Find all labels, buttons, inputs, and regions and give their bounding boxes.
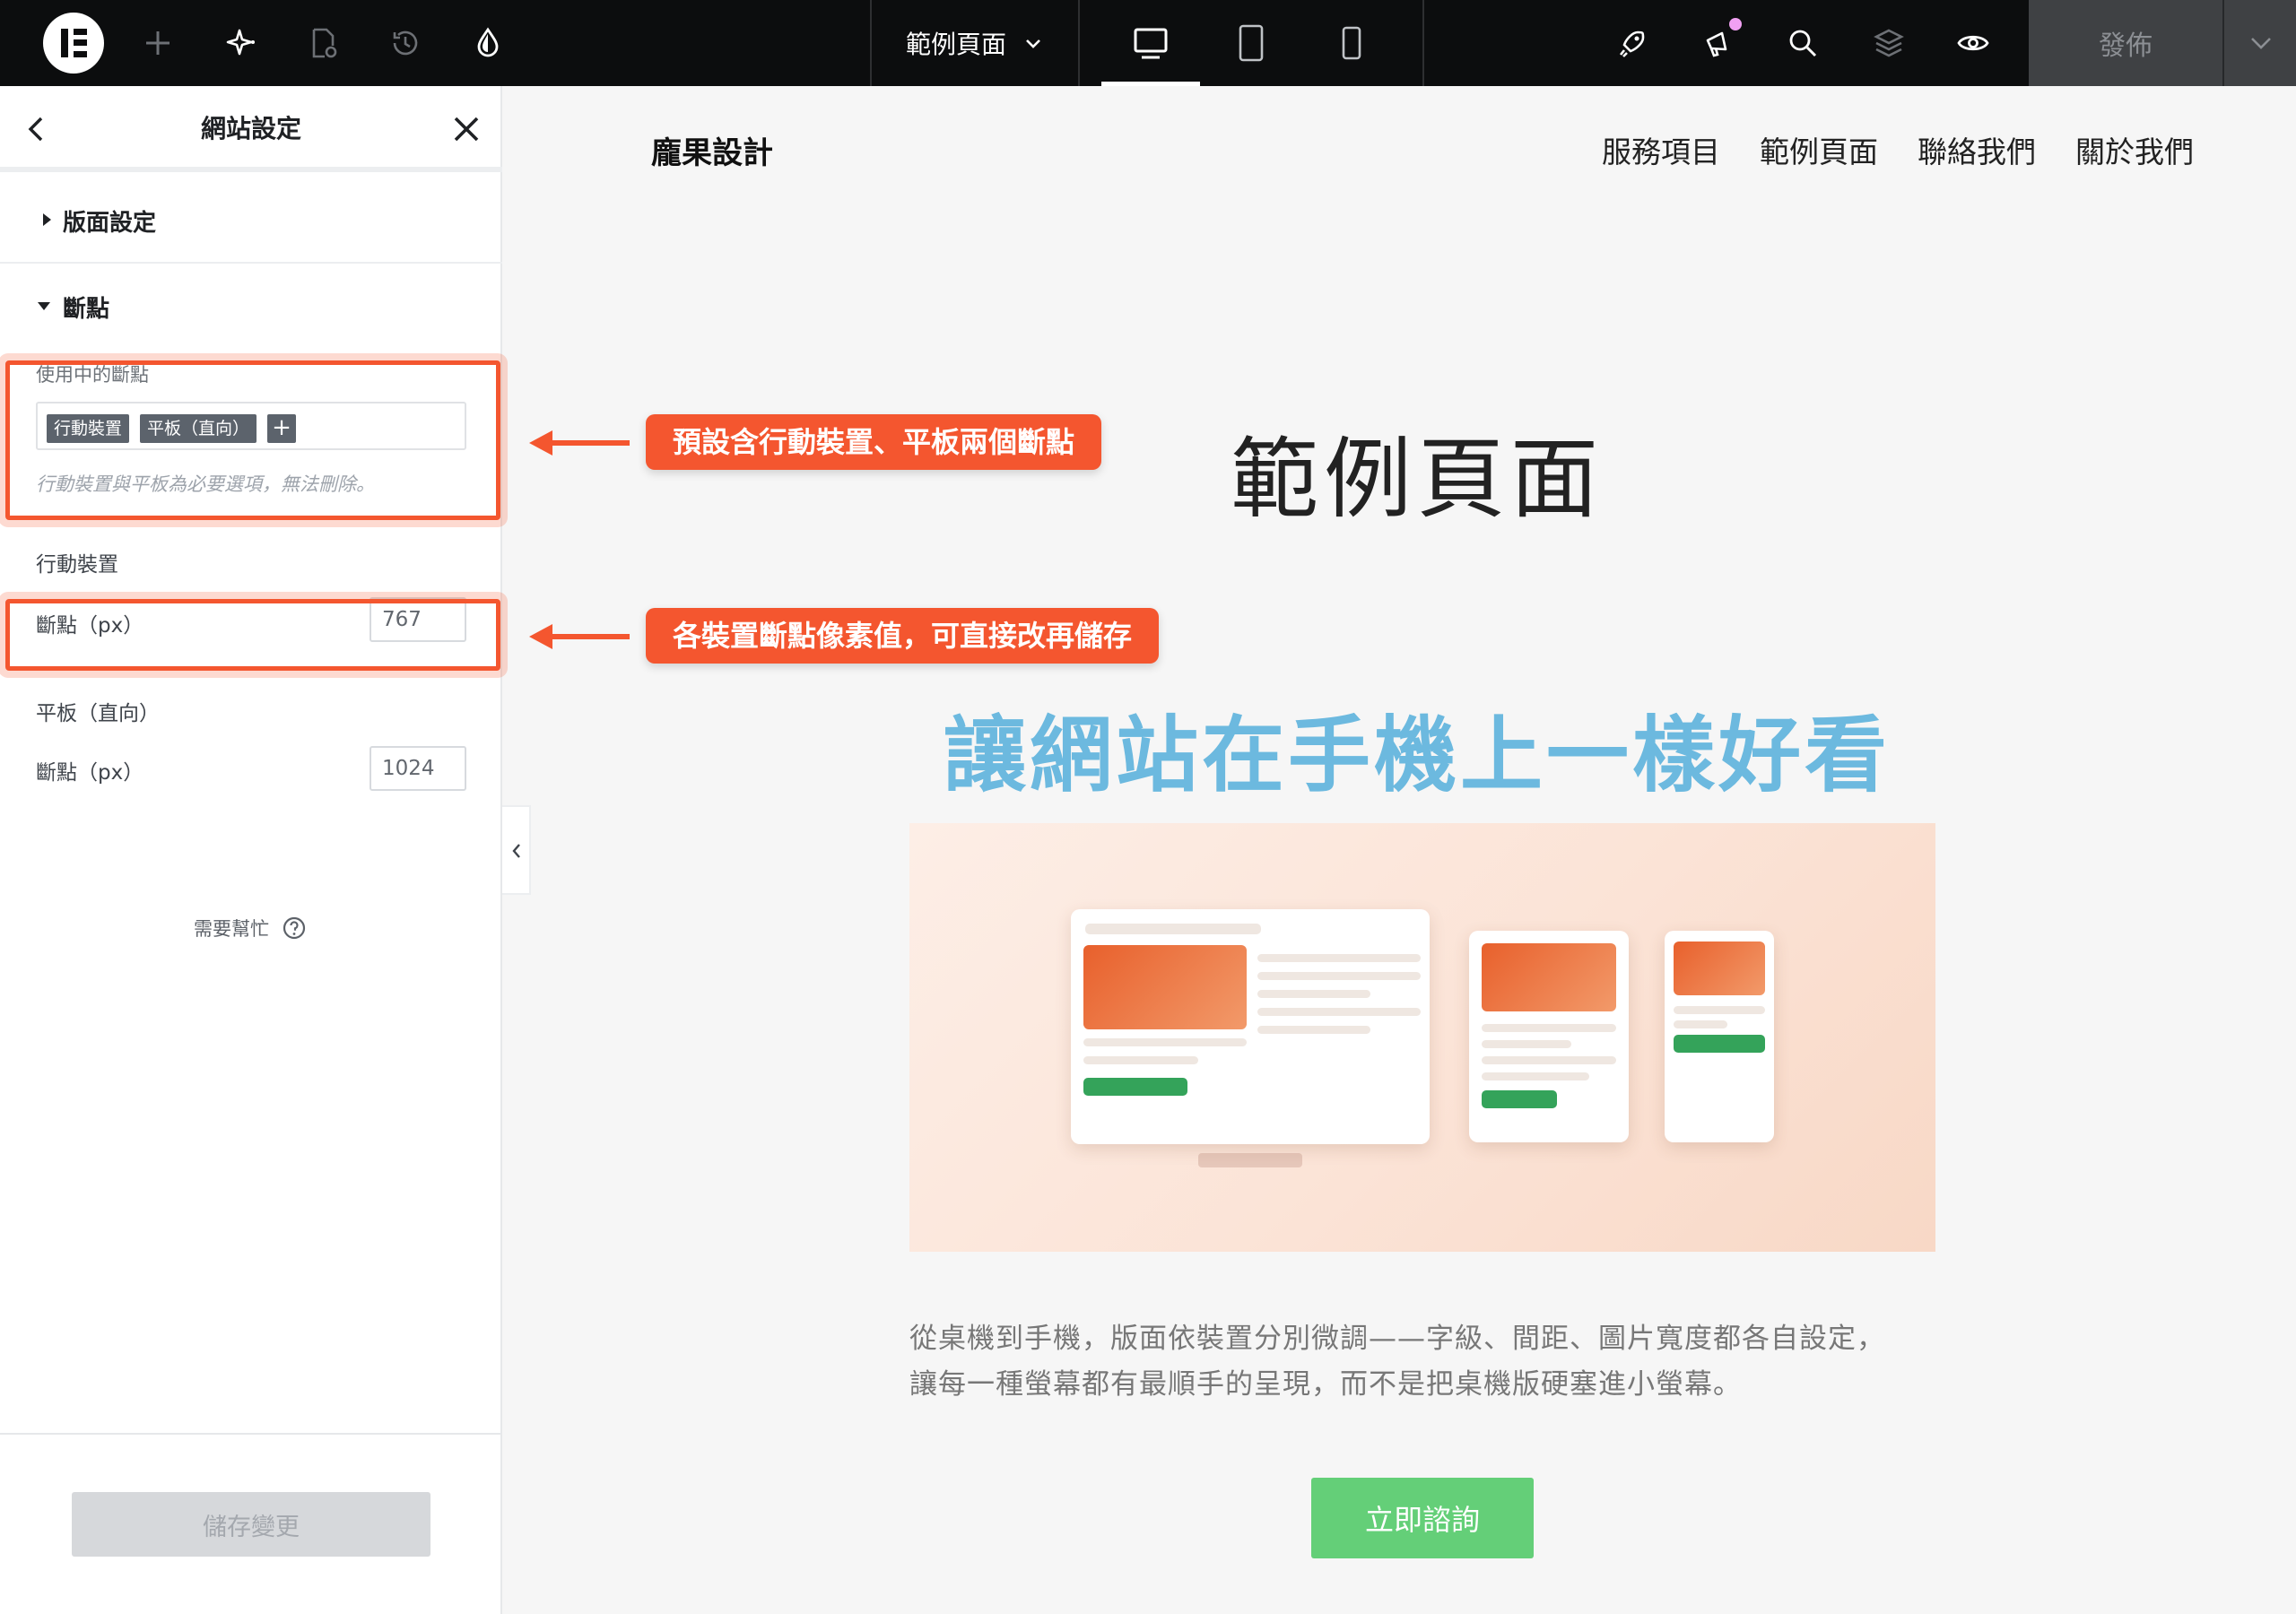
mobile-view-button[interactable] xyxy=(1302,0,1401,86)
consult-now-button[interactable]: 立即諮詢 xyxy=(1311,1478,1534,1558)
publish-options-button[interactable] xyxy=(2222,0,2296,86)
notification-dot xyxy=(1729,18,1742,30)
panel-title: 網站設定 xyxy=(200,114,301,143)
responsive-devices-illustration xyxy=(909,823,1935,1252)
ai-sparkle-icon[interactable] xyxy=(224,25,260,61)
close-icon[interactable] xyxy=(448,111,484,147)
history-icon[interactable] xyxy=(387,25,423,61)
editor-top-bar: 範例頁面 發佈 xyxy=(0,0,2296,86)
nav-item-about[interactable]: 關於我們 xyxy=(2075,128,2194,171)
site-logo[interactable]: 龐果設計 xyxy=(651,128,773,172)
chevron-down-icon xyxy=(2251,38,2271,49)
nav-item-contact[interactable]: 聯絡我們 xyxy=(1918,128,2036,171)
search-icon[interactable] xyxy=(1785,25,1821,61)
caret-right-icon xyxy=(43,213,51,226)
tablet-heading: 平板（直向） xyxy=(36,702,160,725)
panel-footer: 儲存變更 xyxy=(0,1433,502,1614)
help-label: 需要幫忙 xyxy=(194,918,269,940)
page-selector-label: 範例頁面 xyxy=(905,30,1006,59)
chevron-left-icon xyxy=(512,844,520,858)
elementor-logo-icon[interactable] xyxy=(43,13,104,74)
responsive-device-switcher xyxy=(1080,0,1424,86)
panel-header: 網站設定 xyxy=(0,86,502,172)
section-layout-settings[interactable]: 版面設定 xyxy=(0,178,502,264)
highlight-mobile-breakpoint xyxy=(5,599,500,671)
site-settings-drop-icon[interactable] xyxy=(470,25,506,61)
arrow-left-icon xyxy=(529,430,630,456)
section-breakpoints[interactable]: 斷點 xyxy=(0,264,502,350)
structure-layers-icon[interactable] xyxy=(1871,25,1907,61)
desktop-view-button[interactable] xyxy=(1101,0,1200,86)
nav-item-sample-page[interactable]: 範例頁面 xyxy=(1760,128,1878,171)
highlight-active-breakpoints xyxy=(5,360,500,520)
add-icon[interactable] xyxy=(140,25,176,61)
publish-label: 發佈 xyxy=(2099,30,2152,62)
site-settings-panel: 網站設定 版面設定 斷點 使用中的斷點 行動裝置 平板（直向） + 行動裝置與平… xyxy=(0,86,502,1614)
hero-title: 範例頁面 xyxy=(1230,429,1604,531)
tablet-breakpoint-label: 斷點（px） xyxy=(36,761,144,785)
callout-default-breakpoints: 預設含行動裝置、平板兩個斷點 xyxy=(646,414,1102,470)
help-link[interactable]: 需要幫忙 xyxy=(194,915,307,941)
preview-eye-icon[interactable] xyxy=(1955,25,1991,61)
publish-button[interactable]: 發佈 xyxy=(2029,0,2222,86)
tablet-view-button[interactable] xyxy=(1202,0,1300,86)
mobile-heading: 行動裝置 xyxy=(36,553,118,577)
intro-line-1: 從桌機到手機，版面依裝置分別微調——字級、間距、圖片寬度都各自設定， xyxy=(909,1323,1885,1355)
arrow-left-icon xyxy=(529,624,630,649)
launch-rocket-icon[interactable] xyxy=(1614,25,1650,61)
intro-line-2: 讓每一種螢幕都有最順手的呈現，而不是把桌機版硬塞進小螢幕。 xyxy=(909,1368,1742,1401)
intro-paragraph: 從桌機到手機，版面依裝置分別微調——字級、間距、圖片寬度都各自設定， 讓每一種螢… xyxy=(909,1316,1935,1408)
tablet-breakpoint-input[interactable] xyxy=(370,746,466,791)
section-label: 版面設定 xyxy=(63,210,157,237)
save-changes-button[interactable]: 儲存變更 xyxy=(72,1492,430,1557)
page-settings-icon[interactable] xyxy=(305,25,341,61)
help-question-icon xyxy=(283,916,306,940)
page-selector-dropdown[interactable]: 範例頁面 xyxy=(870,0,1080,86)
caret-down-icon xyxy=(38,302,50,310)
callout-breakpoint-values: 各裝置斷點像素值，可直接改再儲存 xyxy=(646,608,1160,664)
panel-collapse-toggle[interactable] xyxy=(502,805,531,895)
nav-item-services[interactable]: 服務項目 xyxy=(1602,128,1720,171)
hero-subtitle: 讓網站在手機上一樣好看 xyxy=(943,707,1891,803)
section-label: 斷點 xyxy=(63,296,110,323)
chevron-down-icon xyxy=(1026,39,1040,48)
announcements-icon[interactable] xyxy=(1700,25,1736,61)
